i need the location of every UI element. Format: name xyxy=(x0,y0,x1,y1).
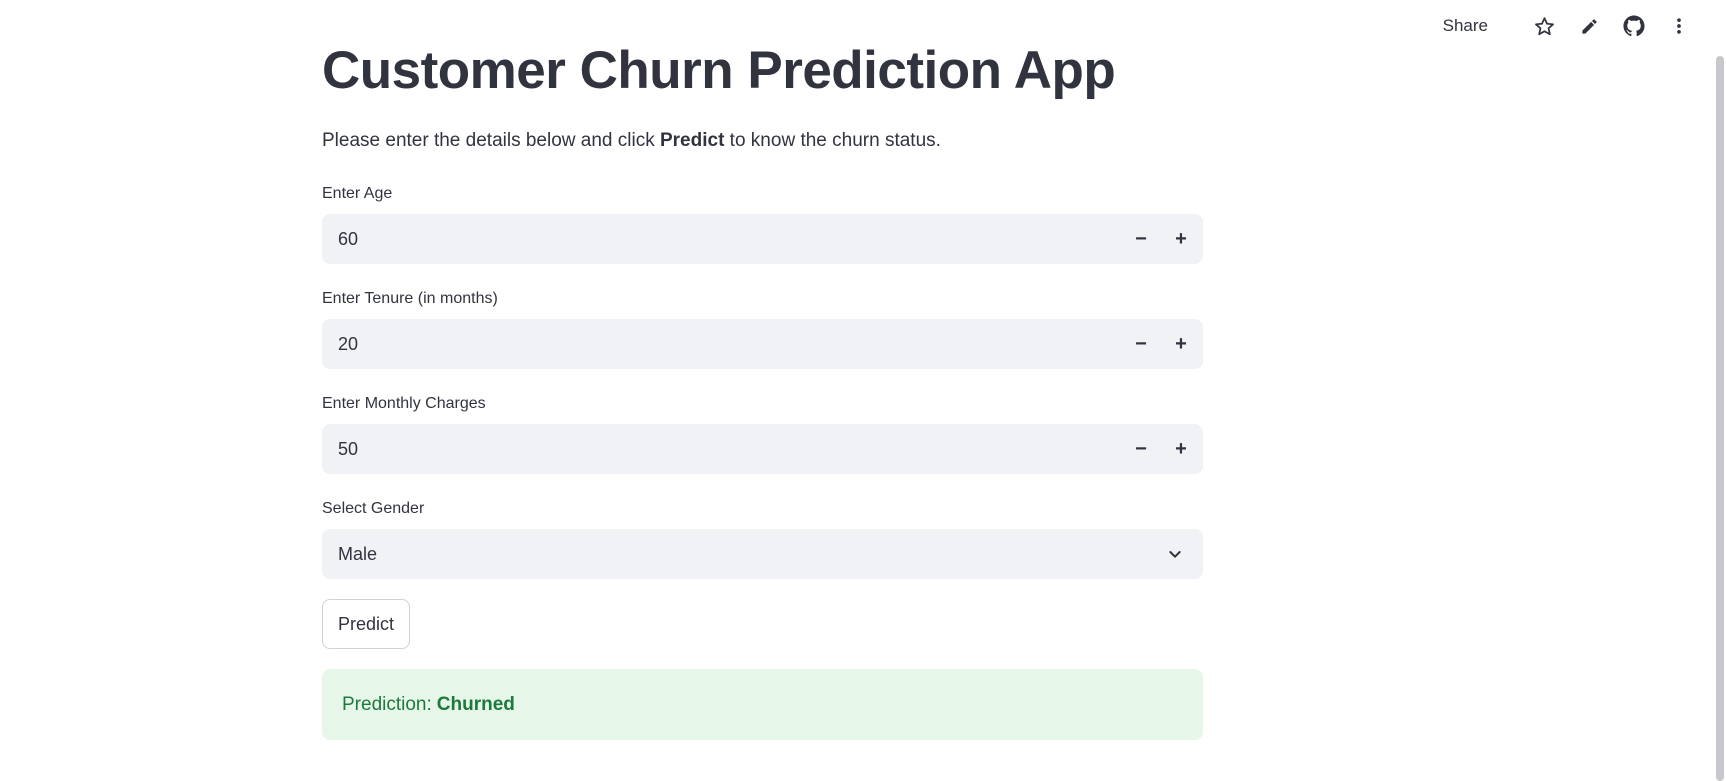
prediction-result-alert: Prediction: Churned xyxy=(322,669,1203,740)
github-icon[interactable] xyxy=(1623,15,1645,37)
tenure-increment-button[interactable]: + xyxy=(1161,319,1201,369)
tenure-value[interactable]: 20 xyxy=(322,334,1121,355)
age-input[interactable]: 60 − + xyxy=(322,214,1203,264)
page-title: Customer Churn Prediction App xyxy=(322,41,1116,100)
predict-button[interactable]: Predict xyxy=(322,599,411,649)
app-page: Share Customer Churn Prediction App Plea… xyxy=(0,0,1726,781)
share-button[interactable]: Share xyxy=(1443,16,1488,36)
chevron-down-icon[interactable] xyxy=(1165,544,1185,564)
tenure-decrement-button[interactable]: − xyxy=(1121,319,1161,369)
monthly-charges-increment-button[interactable]: + xyxy=(1161,424,1201,474)
tenure-label: Enter Tenure (in months) xyxy=(322,290,498,307)
prediction-value: Churned xyxy=(436,693,515,715)
monthly-charges-label: Enter Monthly Charges xyxy=(322,395,486,412)
scrollbar-track[interactable] xyxy=(1714,0,1726,781)
monthly-charges-input[interactable]: 50 − + xyxy=(322,424,1203,474)
intro-text: Please enter the details below and click… xyxy=(322,130,941,152)
age-value[interactable]: 60 xyxy=(322,229,1121,250)
age-label: Enter Age xyxy=(322,185,393,202)
monthly-charges-decrement-button[interactable]: − xyxy=(1121,424,1161,474)
intro-prefix: Please enter the details below and click xyxy=(322,130,660,151)
pencil-icon[interactable] xyxy=(1578,15,1600,37)
intro-bold: Predict xyxy=(659,130,725,151)
more-vertical-icon[interactable] xyxy=(1668,15,1690,37)
top-toolbar: Share xyxy=(1443,0,1726,52)
gender-selected-value[interactable]: Male xyxy=(322,544,1165,565)
prediction-prefix: Prediction: xyxy=(342,693,432,715)
star-icon[interactable] xyxy=(1533,15,1555,37)
age-decrement-button[interactable]: − xyxy=(1121,214,1161,264)
gender-select[interactable]: Male xyxy=(322,529,1203,579)
gender-label: Select Gender xyxy=(322,500,425,517)
scrollbar-thumb[interactable] xyxy=(1716,56,1724,781)
age-increment-button[interactable]: + xyxy=(1161,214,1201,264)
monthly-charges-value[interactable]: 50 xyxy=(322,439,1121,460)
intro-suffix: to know the churn status. xyxy=(724,130,941,151)
tenure-input[interactable]: 20 − + xyxy=(322,319,1203,369)
